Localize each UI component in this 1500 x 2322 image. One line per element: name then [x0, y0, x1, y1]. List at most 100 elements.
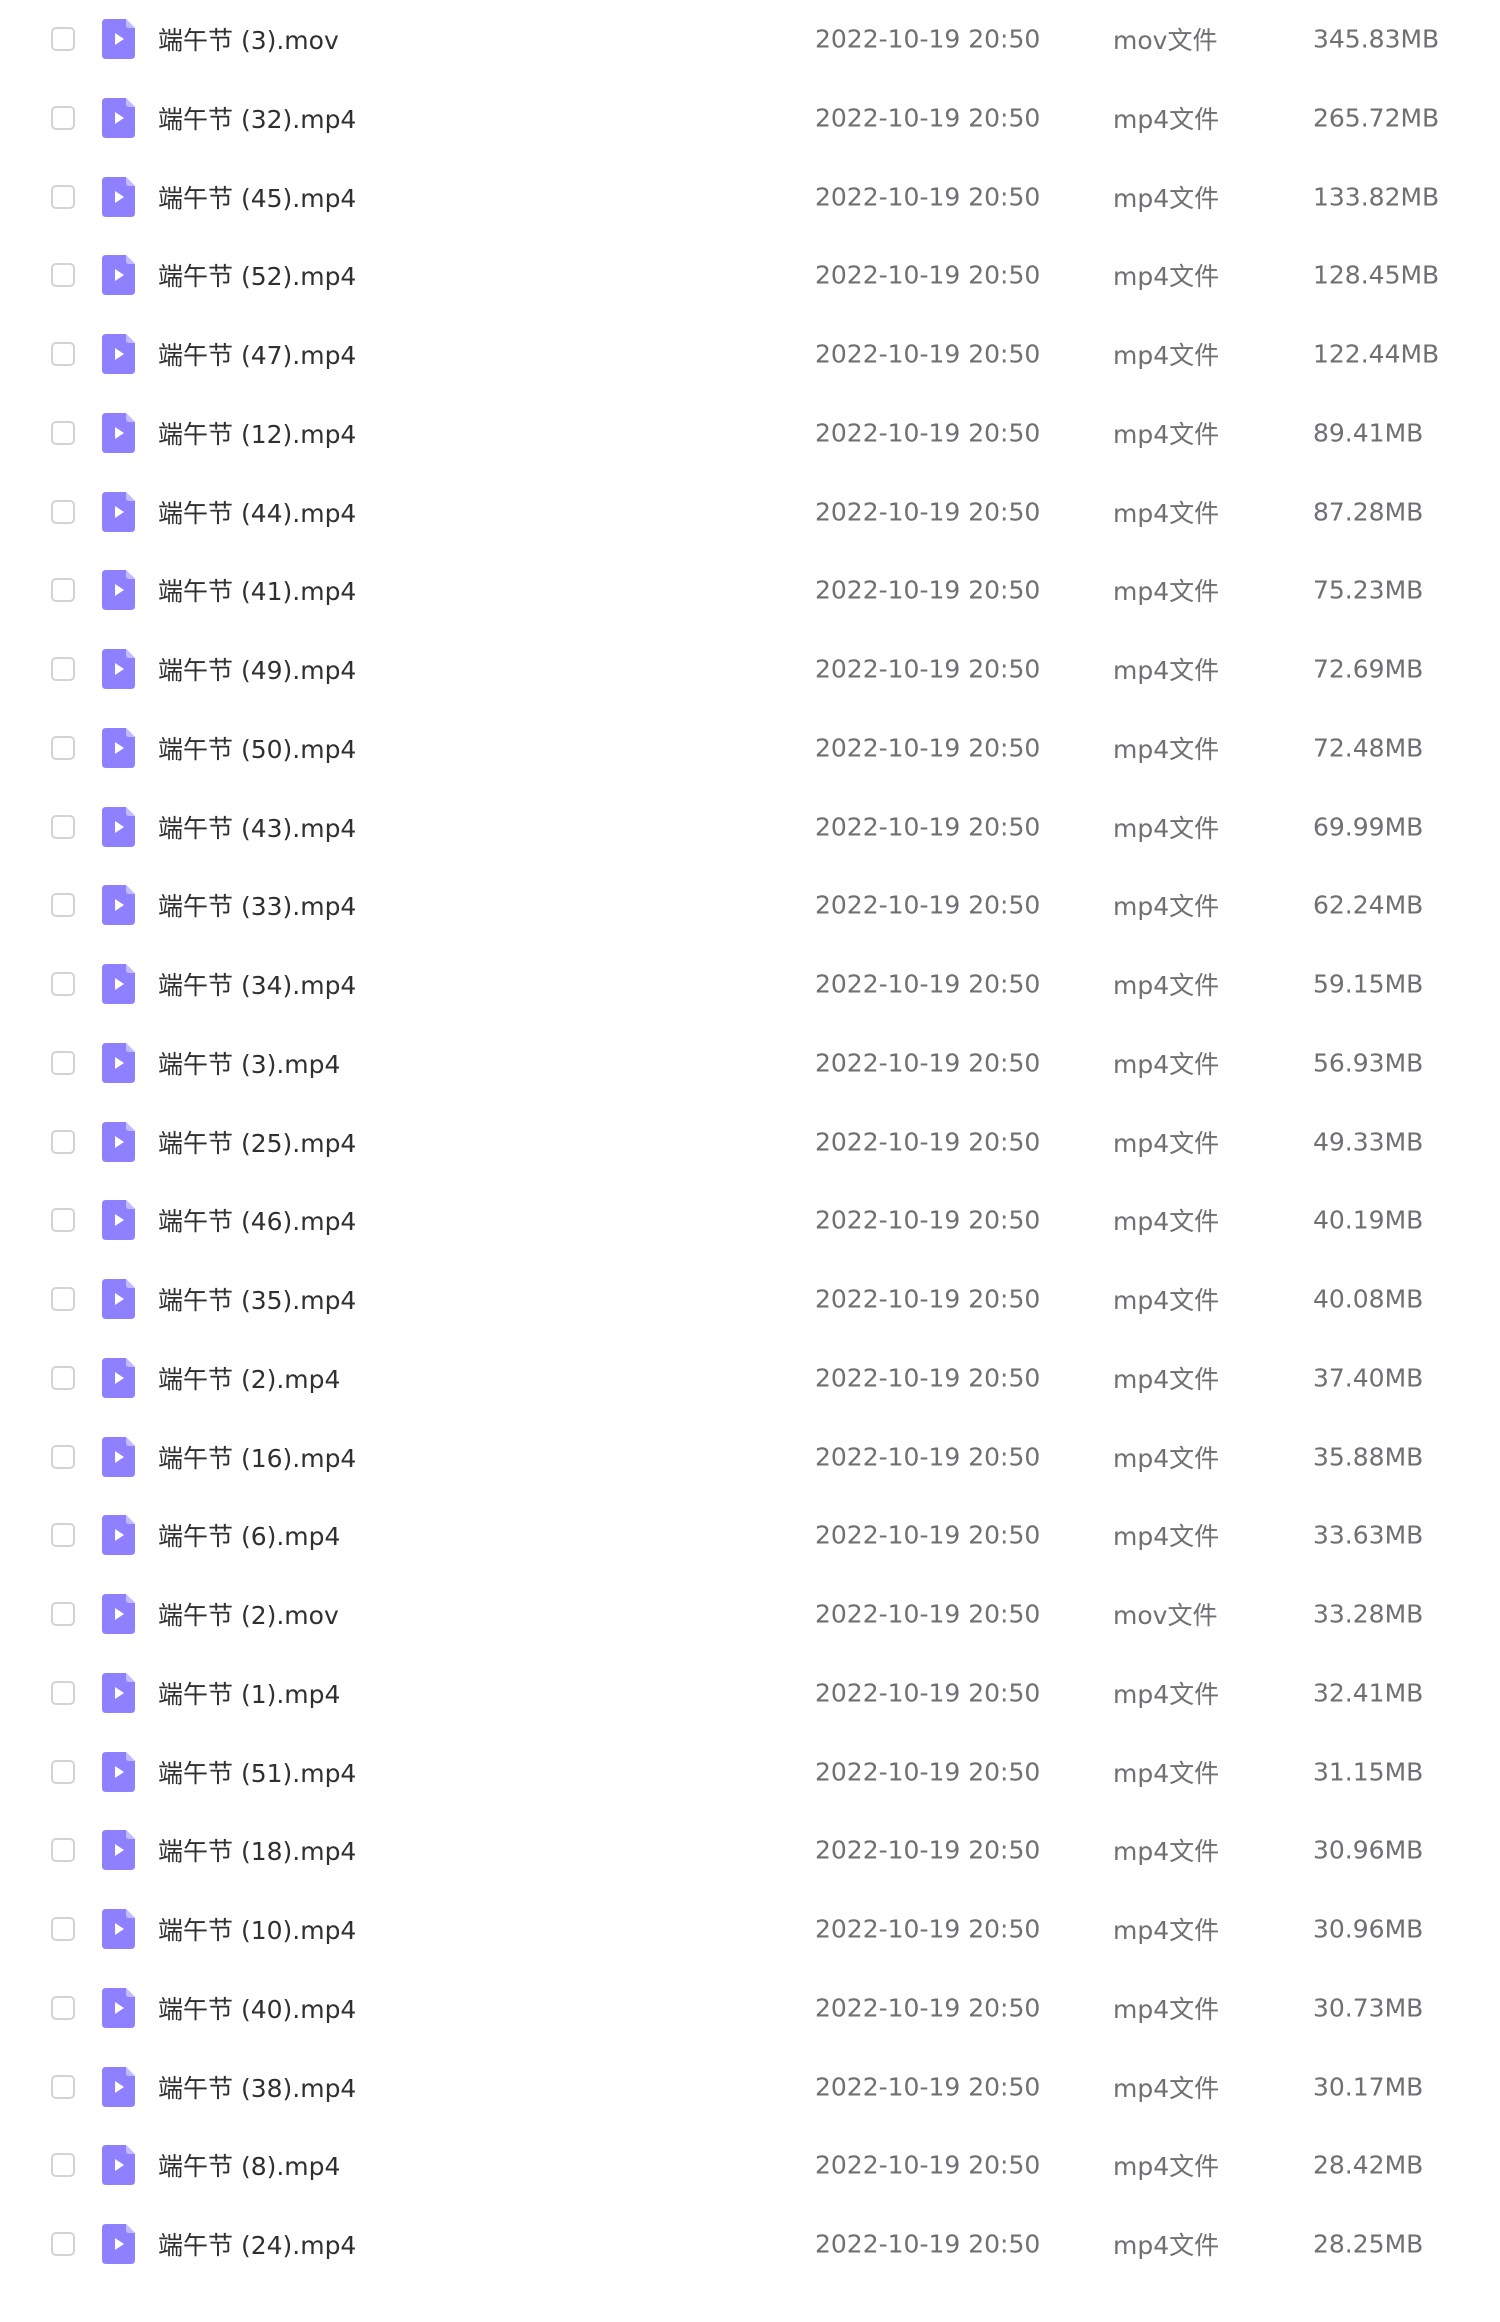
row-checkbox[interactable] [51, 1680, 75, 1705]
row-checkbox[interactable] [51, 1444, 75, 1469]
file-size: 33.63MB [1313, 1520, 1424, 1550]
file-row[interactable]: 端午节 (51).mp4 2022-10-19 20:50 mp4文件 31.15MB [0, 1740, 1500, 1804]
file-name[interactable]: 端午节 (18).mp4 [158, 1832, 356, 1868]
file-name[interactable]: 端午节 (43).mp4 [158, 809, 356, 845]
file-name[interactable]: 端午节 (3).mp4 [158, 1045, 340, 1081]
file-row[interactable]: 端午节 (1).mp4 2022-10-19 20:50 mp4文件 32.41MB [0, 1661, 1500, 1725]
file-name[interactable]: 端午节 (1).mp4 [158, 1675, 340, 1711]
row-checkbox[interactable] [51, 1602, 75, 1626]
row-checkbox[interactable] [51, 1050, 75, 1075]
file-name[interactable]: 端午节 (33).mp4 [158, 887, 356, 923]
file-name[interactable]: 端午节 (12).mp4 [158, 415, 356, 451]
file-row[interactable]: 端午节 (2).mp4 2022-10-19 20:50 mp4文件 37.40MB [0, 1346, 1500, 1410]
file-row[interactable]: 端午节 (50).mp4 2022-10-19 20:50 mp4文件 72.48MB [0, 716, 1500, 780]
file-row[interactable]: 端午节 (45).mp4 2022-10-19 20:50 mp4文件 133.82M… [0, 165, 1500, 229]
row-checkbox[interactable] [51, 263, 75, 288]
file-name[interactable]: 端午节 (52).mp4 [158, 257, 356, 293]
file-modified-date: 2022-10-19 20:50 [815, 890, 1041, 920]
file-row[interactable]: 端午节 (52).mp4 2022-10-19 20:50 mp4文件 128.45M… [0, 243, 1500, 307]
file-name[interactable]: 端午节 (25).mp4 [158, 1124, 356, 1160]
row-checkbox[interactable] [51, 1129, 75, 1154]
row-checkbox[interactable] [51, 1995, 75, 2020]
file-row[interactable]: 端午节 (49).mp4 2022-10-19 20:50 mp4文件 72.69MB [0, 637, 1500, 701]
file-modified-date: 2022-10-19 20:50 [815, 1205, 1041, 1235]
file-row[interactable]: 端午节 (2).mov 2022-10-19 20:50 mov文件 33.28MB [0, 1582, 1500, 1646]
video-file-icon [102, 1909, 135, 1949]
file-name[interactable]: 端午节 (44).mp4 [158, 494, 356, 530]
file-row[interactable]: 端午节 (10).mp4 2022-10-19 20:50 mp4文件 30.96MB [0, 1897, 1500, 1961]
file-row[interactable]: 端午节 (24).mp4 2022-10-19 20:50 mp4文件 28.25MB [0, 2212, 1500, 2276]
file-row[interactable]: 端午节 (3).mp4 2022-10-19 20:50 mp4文件 56.93MB [0, 1031, 1500, 1095]
file-name[interactable]: 端午节 (50).mp4 [158, 730, 356, 766]
row-checkbox[interactable] [51, 1759, 75, 1784]
file-name[interactable]: 端午节 (51).mp4 [158, 1754, 356, 1790]
file-name[interactable]: 端午节 (41).mp4 [158, 572, 356, 608]
file-row[interactable]: 端午节 (25).mp4 2022-10-19 20:50 mp4文件 49.33MB [0, 1110, 1500, 1174]
file-name[interactable]: 端午节 (32).mp4 [158, 100, 356, 136]
row-checkbox[interactable] [51, 1838, 75, 1863]
file-name[interactable]: 端午节 (6).mp4 [158, 1517, 340, 1553]
file-name[interactable]: 端午节 (8).mp4 [158, 2147, 340, 2183]
row-checkbox[interactable] [51, 1287, 75, 1311]
row-checkbox[interactable] [51, 420, 75, 445]
file-row[interactable]: 端午节 (18).mp4 2022-10-19 20:50 mp4文件 30.96MB [0, 1818, 1500, 1882]
file-name[interactable]: 端午节 (24).mp4 [158, 2226, 356, 2262]
file-name[interactable]: 端午节 (16).mp4 [158, 1439, 356, 1475]
video-file-icon [102, 2224, 135, 2264]
row-checkbox[interactable] [51, 972, 75, 996]
row-checkbox[interactable] [51, 2232, 75, 2256]
file-row[interactable]: 端午节 (8).mp4 2022-10-19 20:50 mp4文件 28.42MB [0, 2133, 1500, 2197]
file-row[interactable]: 端午节 (40).mp4 2022-10-19 20:50 mp4文件 30.73MB [0, 1976, 1500, 2040]
row-checkbox[interactable] [51, 814, 75, 839]
file-row[interactable]: 端午节 (34).mp4 2022-10-19 20:50 mp4文件 59.15MB [0, 952, 1500, 1016]
file-row[interactable]: 端午节 (47).mp4 2022-10-19 20:50 mp4文件 122.44M… [0, 322, 1500, 386]
file-row[interactable]: 端午节 (32).mp4 2022-10-19 20:50 mp4文件 265.72M… [0, 86, 1500, 150]
row-checkbox[interactable] [51, 1365, 75, 1390]
row-checkbox[interactable] [51, 1523, 75, 1548]
row-checkbox[interactable] [51, 105, 75, 130]
row-checkbox[interactable] [51, 27, 75, 51]
file-name[interactable]: 端午节 (2).mov [158, 1596, 339, 1632]
file-type: mp4文件 [1113, 498, 1220, 528]
video-file-icon [102, 1594, 135, 1634]
file-name[interactable]: 端午节 (35).mp4 [158, 1281, 356, 1317]
file-row[interactable]: 端午节 (3).mov 2022-10-19 20:50 mov文件 345.83MB [0, 7, 1500, 71]
file-row[interactable]: 端午节 (44).mp4 2022-10-19 20:50 mp4文件 87.28MB [0, 480, 1500, 544]
file-size: 62.24MB [1313, 890, 1424, 920]
file-row[interactable]: 端午节 (35).mp4 2022-10-19 20:50 mp4文件 40.08MB [0, 1267, 1500, 1331]
row-checkbox[interactable] [51, 2153, 75, 2178]
file-name[interactable]: 端午节 (46).mp4 [158, 1202, 356, 1238]
row-checkbox[interactable] [51, 1208, 75, 1233]
file-row[interactable]: 端午节 (43).mp4 2022-10-19 20:50 mp4文件 69.99MB [0, 795, 1500, 859]
file-row[interactable]: 端午节 (33).mp4 2022-10-19 20:50 mp4文件 62.24MB [0, 873, 1500, 937]
file-modified-date: 2022-10-19 20:50 [815, 103, 1041, 133]
file-size: 31.15MB [1313, 1757, 1424, 1786]
file-name[interactable]: 端午节 (10).mp4 [158, 1911, 356, 1947]
file-row[interactable]: 端午节 (6).mp4 2022-10-19 20:50 mp4文件 33.63MB [0, 1503, 1500, 1567]
row-checkbox[interactable] [51, 1917, 75, 1941]
row-checkbox[interactable] [51, 184, 75, 209]
row-checkbox[interactable] [51, 342, 75, 366]
file-row[interactable]: 端午节 (41).mp4 2022-10-19 20:50 mp4文件 75.23MB [0, 558, 1500, 622]
file-name[interactable]: 端午节 (40).mp4 [158, 1990, 356, 2026]
row-checkbox[interactable] [51, 2074, 75, 2099]
file-row[interactable]: 端午节 (16).mp4 2022-10-19 20:50 mp4文件 35.88MB [0, 1425, 1500, 1489]
row-checkbox[interactable] [51, 735, 75, 760]
row-checkbox[interactable] [51, 578, 75, 603]
file-name[interactable]: 端午节 (38).mp4 [158, 2069, 356, 2105]
file-row[interactable]: 端午节 (12).mp4 2022-10-19 20:50 mp4文件 89.41MB [0, 401, 1500, 465]
file-row[interactable]: 端午节 (46).mp4 2022-10-19 20:50 mp4文件 40.19MB [0, 1188, 1500, 1252]
video-file-icon [102, 570, 135, 611]
file-name[interactable]: 端午节 (2).mp4 [158, 1360, 340, 1396]
file-name[interactable]: 端午节 (45).mp4 [158, 179, 356, 215]
row-checkbox[interactable] [51, 499, 75, 524]
row-checkbox[interactable] [51, 893, 75, 918]
video-file-icon [102, 1987, 135, 2028]
file-name[interactable]: 端午节 (34).mp4 [158, 966, 356, 1002]
row-checkbox[interactable] [51, 657, 75, 681]
file-name[interactable]: 端午节 (49).mp4 [158, 651, 356, 687]
file-name[interactable]: 端午节 (3).mov [158, 21, 339, 57]
file-row[interactable]: 端午节 (38).mp4 2022-10-19 20:50 mp4文件 30.17MB [0, 2055, 1500, 2119]
file-type: mp4文件 [1113, 2073, 1220, 2103]
file-name[interactable]: 端午节 (47).mp4 [158, 336, 356, 372]
